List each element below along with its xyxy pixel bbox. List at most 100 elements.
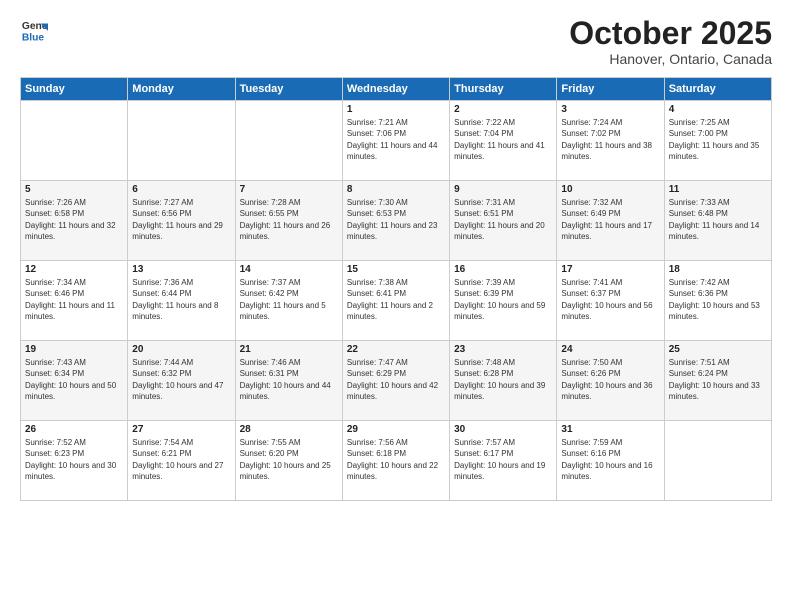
day-info: Sunrise: 7:25 AM Sunset: 7:00 PM Dayligh… [669, 117, 767, 162]
day-info: Sunrise: 7:33 AM Sunset: 6:48 PM Dayligh… [669, 197, 767, 242]
cell-3-0: 19 Sunrise: 7:43 AM Sunset: 6:34 PM Dayli… [21, 341, 128, 421]
cell-0-6: 4Sunrise: 7:25 AM Sunset: 7:00 PM Daylig… [664, 101, 771, 181]
cell-0-4: 2Sunrise: 7:22 AM Sunset: 7:04 PM Daylig… [450, 101, 557, 181]
week-row-2: 5 Sunrise: 7:26 AM Sunset: 6:58 PM Daylig… [21, 181, 772, 261]
cell-1-6: 11 Sunrise: 7:33 AM Sunset: 6:48 PM Dayli… [664, 181, 771, 261]
day-info: Sunrise: 7:36 AM Sunset: 6:44 PM Dayligh… [132, 277, 230, 322]
day-number: 5 [25, 184, 123, 195]
cell-1-5: 10 Sunrise: 7:32 AM Sunset: 6:49 PM Dayli… [557, 181, 664, 261]
calendar-table: Sunday Monday Tuesday Wednesday Thursday… [20, 77, 772, 501]
day-number: 28 [240, 424, 338, 435]
logo: General Blue [20, 16, 48, 44]
cell-0-3: 1 Sunrise: 7:21 AM Sunset: 7:06 PM Daylig… [342, 101, 449, 181]
day-number: 26 [25, 424, 123, 435]
cell-0-2 [235, 101, 342, 181]
day-number: 20 [132, 344, 230, 355]
col-wednesday: Wednesday [342, 78, 449, 101]
day-info: Sunrise: 7:26 AM Sunset: 6:58 PM Dayligh… [25, 197, 123, 242]
day-number: 27 [132, 424, 230, 435]
day-info: Sunrise: 7:38 AM Sunset: 6:41 PM Dayligh… [347, 277, 445, 322]
day-number: 17 [561, 264, 659, 275]
month-title: October 2025 [569, 16, 772, 51]
day-number: 25 [669, 344, 767, 355]
day-number: 6 [132, 184, 230, 195]
cell-4-2: 28 Sunrise: 7:55 AM Sunset: 6:20 PM Dayli… [235, 421, 342, 501]
day-info: Sunrise: 7:42 AM Sunset: 6:36 PM Dayligh… [669, 277, 767, 322]
cell-0-5: 3Sunrise: 7:24 AM Sunset: 7:02 PM Daylig… [557, 101, 664, 181]
day-number: 8 [347, 184, 445, 195]
cell-1-4: 9 Sunrise: 7:31 AM Sunset: 6:51 PM Daylig… [450, 181, 557, 261]
cell-4-6 [664, 421, 771, 501]
day-info: Sunrise: 7:59 AM Sunset: 6:16 PM Dayligh… [561, 437, 659, 482]
day-info: Sunrise: 7:44 AM Sunset: 6:32 PM Dayligh… [132, 357, 230, 402]
cell-0-1 [128, 101, 235, 181]
logo-icon: General Blue [20, 16, 48, 44]
day-info: Sunrise: 7:56 AM Sunset: 6:18 PM Dayligh… [347, 437, 445, 482]
cell-3-3: 22 Sunrise: 7:47 AM Sunset: 6:29 PM Dayli… [342, 341, 449, 421]
day-info: Sunrise: 7:30 AM Sunset: 6:53 PM Dayligh… [347, 197, 445, 242]
day-info: Sunrise: 7:51 AM Sunset: 6:24 PM Dayligh… [669, 357, 767, 402]
week-row-4: 19 Sunrise: 7:43 AM Sunset: 6:34 PM Dayli… [21, 341, 772, 421]
day-info: Sunrise: 7:46 AM Sunset: 6:31 PM Dayligh… [240, 357, 338, 402]
cell-3-2: 21Sunrise: 7:46 AM Sunset: 6:31 PM Dayli… [235, 341, 342, 421]
cell-2-1: 13Sunrise: 7:36 AM Sunset: 6:44 PM Dayli… [128, 261, 235, 341]
day-info: Sunrise: 7:41 AM Sunset: 6:37 PM Dayligh… [561, 277, 659, 322]
day-number: 29 [347, 424, 445, 435]
cell-3-6: 25 Sunrise: 7:51 AM Sunset: 6:24 PM Dayli… [664, 341, 771, 421]
day-number: 10 [561, 184, 659, 195]
week-row-5: 26 Sunrise: 7:52 AM Sunset: 6:23 PM Dayli… [21, 421, 772, 501]
header: General Blue October 2025 Hanover, Ontar… [20, 16, 772, 67]
calendar-header-row: Sunday Monday Tuesday Wednesday Thursday… [21, 78, 772, 101]
cell-3-5: 24Sunrise: 7:50 AM Sunset: 6:26 PM Dayli… [557, 341, 664, 421]
cell-2-6: 18 Sunrise: 7:42 AM Sunset: 6:36 PM Dayli… [664, 261, 771, 341]
week-row-1: 1 Sunrise: 7:21 AM Sunset: 7:06 PM Daylig… [21, 101, 772, 181]
day-number: 30 [454, 424, 552, 435]
day-number: 9 [454, 184, 552, 195]
day-number: 7 [240, 184, 338, 195]
cell-3-1: 20 Sunrise: 7:44 AM Sunset: 6:32 PM Dayli… [128, 341, 235, 421]
cell-1-3: 8 Sunrise: 7:30 AM Sunset: 6:53 PM Daylig… [342, 181, 449, 261]
day-info: Sunrise: 7:28 AM Sunset: 6:55 PM Dayligh… [240, 197, 338, 242]
cell-2-0: 12Sunrise: 7:34 AM Sunset: 6:46 PM Dayli… [21, 261, 128, 341]
day-info: Sunrise: 7:32 AM Sunset: 6:49 PM Dayligh… [561, 197, 659, 242]
day-number: 3 [561, 104, 659, 115]
day-number: 31 [561, 424, 659, 435]
cell-1-2: 7 Sunrise: 7:28 AM Sunset: 6:55 PM Daylig… [235, 181, 342, 261]
title-block: October 2025 Hanover, Ontario, Canada [569, 16, 772, 67]
day-info: Sunrise: 7:47 AM Sunset: 6:29 PM Dayligh… [347, 357, 445, 402]
day-number: 16 [454, 264, 552, 275]
cell-0-0 [21, 101, 128, 181]
day-info: Sunrise: 7:54 AM Sunset: 6:21 PM Dayligh… [132, 437, 230, 482]
cell-1-0: 5 Sunrise: 7:26 AM Sunset: 6:58 PM Daylig… [21, 181, 128, 261]
day-info: Sunrise: 7:31 AM Sunset: 6:51 PM Dayligh… [454, 197, 552, 242]
cell-3-4: 23Sunrise: 7:48 AM Sunset: 6:28 PM Dayli… [450, 341, 557, 421]
cell-1-1: 6Sunrise: 7:27 AM Sunset: 6:56 PM Daylig… [128, 181, 235, 261]
day-number: 19 [25, 344, 123, 355]
cell-4-1: 27 Sunrise: 7:54 AM Sunset: 6:21 PM Dayli… [128, 421, 235, 501]
day-number: 1 [347, 104, 445, 115]
day-info: Sunrise: 7:55 AM Sunset: 6:20 PM Dayligh… [240, 437, 338, 482]
day-number: 14 [240, 264, 338, 275]
day-info: Sunrise: 7:43 AM Sunset: 6:34 PM Dayligh… [25, 357, 123, 402]
day-number: 11 [669, 184, 767, 195]
day-number: 24 [561, 344, 659, 355]
day-info: Sunrise: 7:52 AM Sunset: 6:23 PM Dayligh… [25, 437, 123, 482]
cell-2-5: 17 Sunrise: 7:41 AM Sunset: 6:37 PM Dayli… [557, 261, 664, 341]
cell-2-4: 16Sunrise: 7:39 AM Sunset: 6:39 PM Dayli… [450, 261, 557, 341]
location: Hanover, Ontario, Canada [569, 51, 772, 67]
col-friday: Friday [557, 78, 664, 101]
day-info: Sunrise: 7:48 AM Sunset: 6:28 PM Dayligh… [454, 357, 552, 402]
day-number: 18 [669, 264, 767, 275]
day-info: Sunrise: 7:22 AM Sunset: 7:04 PM Dayligh… [454, 117, 552, 162]
day-number: 22 [347, 344, 445, 355]
col-thursday: Thursday [450, 78, 557, 101]
day-info: Sunrise: 7:57 AM Sunset: 6:17 PM Dayligh… [454, 437, 552, 482]
cell-4-0: 26 Sunrise: 7:52 AM Sunset: 6:23 PM Dayli… [21, 421, 128, 501]
col-sunday: Sunday [21, 78, 128, 101]
cell-4-4: 30 Sunrise: 7:57 AM Sunset: 6:17 PM Dayli… [450, 421, 557, 501]
col-tuesday: Tuesday [235, 78, 342, 101]
col-saturday: Saturday [664, 78, 771, 101]
day-info: Sunrise: 7:37 AM Sunset: 6:42 PM Dayligh… [240, 277, 338, 322]
day-info: Sunrise: 7:21 AM Sunset: 7:06 PM Dayligh… [347, 117, 445, 162]
cell-4-5: 31 Sunrise: 7:59 AM Sunset: 6:16 PM Dayli… [557, 421, 664, 501]
